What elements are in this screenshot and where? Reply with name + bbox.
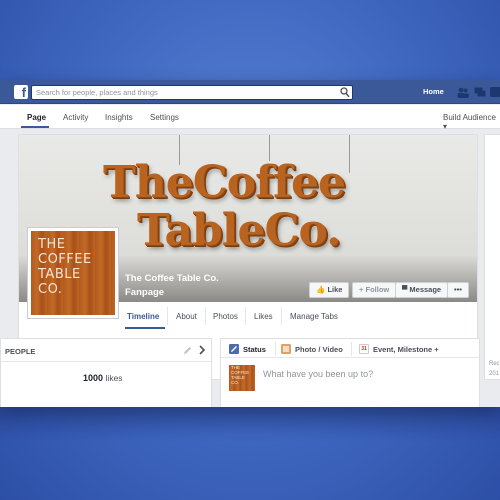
message-button[interactable]: ▀ Message bbox=[395, 282, 449, 298]
tab-active-indicator bbox=[125, 327, 165, 329]
pencil-icon[interactable] bbox=[183, 346, 192, 355]
likes-count[interactable]: 1000 likes bbox=[83, 373, 123, 383]
hanging-wire bbox=[349, 135, 350, 173]
nav-insights[interactable]: Insights bbox=[105, 113, 133, 122]
tab-likes[interactable]: Likes bbox=[254, 312, 273, 321]
facebook-page-screen: f Search for people, places and things H… bbox=[0, 80, 500, 407]
plus-icon: + bbox=[359, 285, 364, 294]
tab-status[interactable]: Status bbox=[243, 345, 266, 354]
top-bar: f Search for people, places and things H… bbox=[0, 80, 500, 104]
avatar-line: CO. bbox=[231, 380, 240, 385]
follow-button[interactable]: + Follow bbox=[352, 282, 397, 298]
people-box: PEOPLE 1000 likes bbox=[0, 338, 212, 407]
tab-divider bbox=[205, 307, 206, 325]
photo-icon bbox=[281, 344, 291, 354]
nav-settings[interactable]: Settings bbox=[150, 113, 179, 122]
page-nav: Page Activity Insights Settings Build Au… bbox=[0, 105, 500, 131]
profile-logo-line: COFFEE bbox=[38, 252, 92, 267]
cover-headline-line2: TableCo. bbox=[137, 205, 341, 256]
build-audience-dropdown[interactable]: Build Audience ▾ bbox=[443, 113, 500, 131]
calendar-icon: 31 bbox=[359, 344, 369, 354]
facebook-logo-icon[interactable]: f bbox=[14, 85, 28, 99]
side-text: 201 bbox=[489, 371, 500, 377]
side-text: Rec bbox=[489, 361, 500, 367]
follow-label: Follow bbox=[365, 285, 390, 294]
search-placeholder: Search for people, places and things bbox=[36, 88, 158, 97]
tab-photo-video[interactable]: Photo / Video bbox=[295, 345, 343, 354]
post-composer: Status Photo / Video 31 Event, Milestone… bbox=[220, 338, 480, 407]
tab-about[interactable]: About bbox=[176, 312, 197, 321]
search-input[interactable]: Search for people, places and things bbox=[31, 85, 353, 100]
like-label: Like bbox=[327, 285, 343, 294]
nav-activity[interactable]: Activity bbox=[63, 113, 88, 122]
friends-icon[interactable] bbox=[457, 86, 469, 98]
divider bbox=[1, 361, 211, 362]
right-column-stub: Rec 201 bbox=[484, 134, 500, 380]
profile-logo-line: CO. bbox=[38, 282, 63, 297]
page-type: Fanpage bbox=[125, 287, 165, 298]
more-button[interactable]: ••• bbox=[447, 282, 469, 298]
profile-logo-line: THE bbox=[38, 237, 66, 252]
message-icon: ▀ bbox=[402, 285, 408, 294]
tab-photos[interactable]: Photos bbox=[213, 312, 238, 321]
tab-event-milestone[interactable]: Event, Milestone + bbox=[373, 345, 439, 354]
tab-timeline[interactable]: Timeline bbox=[127, 312, 159, 321]
page-tabs: Timeline About Photos Likes Manage Tabs bbox=[19, 303, 477, 329]
search-icon[interactable] bbox=[340, 87, 350, 98]
status-pencil-icon bbox=[229, 344, 239, 354]
tab-manage-tabs[interactable]: Manage Tabs bbox=[290, 312, 338, 321]
tab-divider bbox=[351, 342, 352, 356]
profile-logo-line: TABLE bbox=[38, 267, 81, 282]
cover-headline-line1: TheCoffee bbox=[103, 157, 346, 208]
thumbs-up-icon: 👍 bbox=[316, 285, 326, 294]
notifications-icon[interactable] bbox=[490, 86, 500, 98]
status-input[interactable]: What have you been up to? bbox=[263, 369, 373, 379]
tab-divider bbox=[167, 307, 168, 325]
people-heading: PEOPLE bbox=[5, 347, 36, 356]
message-label: Message bbox=[409, 285, 442, 294]
likes-label: likes bbox=[105, 373, 123, 383]
chevron-right-icon[interactable] bbox=[198, 345, 206, 355]
home-link[interactable]: Home bbox=[423, 87, 444, 96]
page-name[interactable]: The Coffee Table Co. bbox=[125, 273, 219, 284]
likes-number: 1000 bbox=[83, 373, 104, 383]
screen-reflection bbox=[0, 407, 500, 442]
like-button[interactable]: 👍 Like bbox=[309, 282, 350, 298]
divider bbox=[221, 357, 479, 358]
messages-icon[interactable] bbox=[474, 86, 486, 98]
nav-page[interactable]: Page bbox=[27, 113, 46, 122]
nav-active-indicator bbox=[21, 126, 49, 128]
tab-divider bbox=[245, 307, 246, 325]
page-avatar: THE COFFEE TABLE CO. bbox=[229, 365, 255, 391]
tab-divider bbox=[275, 342, 276, 356]
tab-divider bbox=[281, 307, 282, 325]
